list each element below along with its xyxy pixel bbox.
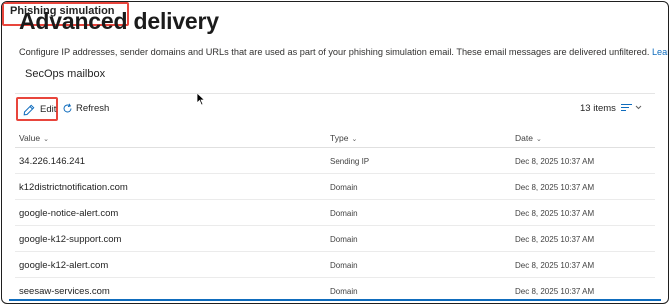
- table-row[interactable]: google-k12-support.com Domain Dec 8, 202…: [15, 226, 655, 252]
- refresh-button-label: Refresh: [76, 103, 110, 114]
- chevron-down-icon: ⌄: [351, 136, 358, 143]
- mouse-cursor-icon: [196, 92, 206, 106]
- cell-date: Dec 8, 2025 10:37 AM: [515, 261, 595, 270]
- tab-phishing-simulation-label: Phishing simulation: [10, 5, 115, 17]
- table-row[interactable]: 34.226.146.241 Sending IP Dec 8, 2025 10…: [15, 148, 655, 174]
- cell-value: google-notice-alert.com: [19, 208, 119, 219]
- cell-type: Sending IP: [330, 157, 370, 166]
- chevron-down-icon: ⌄: [535, 136, 542, 143]
- table-row[interactable]: google-notice-alert.com Domain Dec 8, 20…: [15, 200, 655, 226]
- cell-date: Dec 8, 2025 10:37 AM: [515, 287, 595, 296]
- cell-date: Dec 8, 2025 10:37 AM: [515, 209, 595, 218]
- advanced-delivery-panel: Advanced delivery Configure IP addresses…: [1, 1, 669, 304]
- cell-date: Dec 8, 2025 10:37 AM: [515, 157, 595, 166]
- cell-type: Domain: [330, 235, 358, 244]
- cell-value: seesaw-services.com: [19, 286, 110, 297]
- table-row[interactable]: google-k12-alert.com Domain Dec 8, 2025 …: [15, 252, 655, 278]
- list-options-icon[interactable]: [620, 103, 644, 113]
- table-row[interactable]: seesaw-services.com Domain Dec 8, 2025 1…: [15, 278, 655, 303]
- item-count: 13 items: [580, 103, 616, 114]
- cell-type: Domain: [330, 209, 358, 218]
- cell-value: google-k12-alert.com: [19, 260, 109, 271]
- cell-type: Domain: [330, 287, 358, 296]
- column-header-value-label: Value: [19, 133, 41, 143]
- edit-button-label: Edit: [40, 104, 57, 115]
- toolbar-divider: [15, 93, 655, 94]
- cell-value: google-k12-support.com: [19, 234, 122, 245]
- cell-value: 34.226.146.241: [19, 156, 86, 167]
- chevron-down-icon: ⌄: [43, 136, 49, 143]
- description-text: Configure IP addresses, sender domains a…: [19, 47, 650, 57]
- cell-type: Domain: [330, 261, 358, 270]
- pencil-icon: [23, 104, 35, 116]
- edit-button[interactable]: Edit: [16, 97, 58, 121]
- refresh-icon: [63, 103, 72, 113]
- column-header-type-label: Type: [330, 133, 349, 143]
- cell-date: Dec 8, 2025 10:37 AM: [515, 235, 595, 244]
- column-header-value[interactable]: Value ⌄: [19, 133, 49, 143]
- cell-type: Domain: [330, 183, 358, 192]
- column-header-type[interactable]: Type ⌄: [330, 133, 357, 143]
- tab-secops-mailbox[interactable]: SecOps mailbox: [25, 68, 105, 80]
- page-description: Configure IP addresses, sender domains a…: [19, 47, 668, 57]
- column-header-date-label: Date: [515, 133, 533, 143]
- cell-date: Dec 8, 2025 10:37 AM: [515, 183, 595, 192]
- learn-more-link[interactable]: Learn more: [652, 47, 668, 57]
- column-header-date[interactable]: Date ⌄: [515, 133, 542, 143]
- cell-value: k12districtnotification.com: [19, 182, 128, 193]
- table-row[interactable]: k12districtnotification.com Domain Dec 8…: [15, 174, 655, 200]
